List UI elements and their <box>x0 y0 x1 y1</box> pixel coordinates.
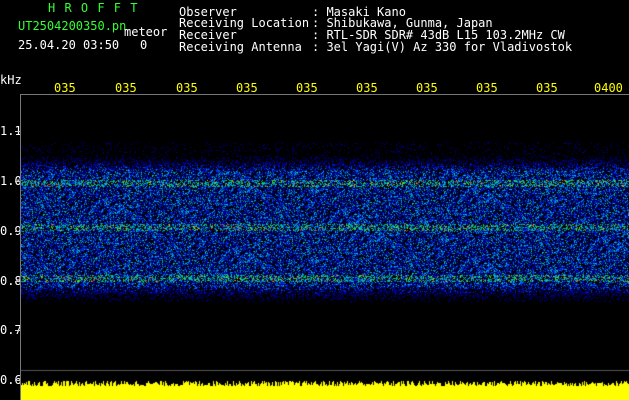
info-value-antenna: : 3el Yagi(V) Az 330 for Vladivostok <box>312 40 573 54</box>
x-tick-label: 0400 <box>594 81 623 95</box>
header-meteor-label: meteor <box>124 25 168 39</box>
x-tick-label: 035 <box>115 81 137 95</box>
x-tick-label: 035 <box>356 81 378 95</box>
header-datetime: 25.04.20 03:50 <box>18 38 120 52</box>
header-station: H R O F F T <box>48 1 139 15</box>
header-meteor-count: 0 <box>140 38 148 52</box>
x-tick-label: 035 <box>296 81 318 95</box>
x-tick-label: 035 <box>176 81 198 95</box>
y-axis-unit: kHz <box>0 73 22 87</box>
spectrogram-panel <box>20 94 629 400</box>
x-tick-label: 035 <box>476 81 498 95</box>
x-tick-label: 035 <box>416 81 438 95</box>
info-label-antenna: Receiving Antenna <box>179 40 302 54</box>
spectrogram-canvas <box>21 95 629 400</box>
x-tick-label: 035 <box>236 81 258 95</box>
header-filename: UT2504200350.pn <box>18 19 127 33</box>
x-tick-label: 035 <box>54 81 76 95</box>
x-tick-label: 035 <box>536 81 558 95</box>
